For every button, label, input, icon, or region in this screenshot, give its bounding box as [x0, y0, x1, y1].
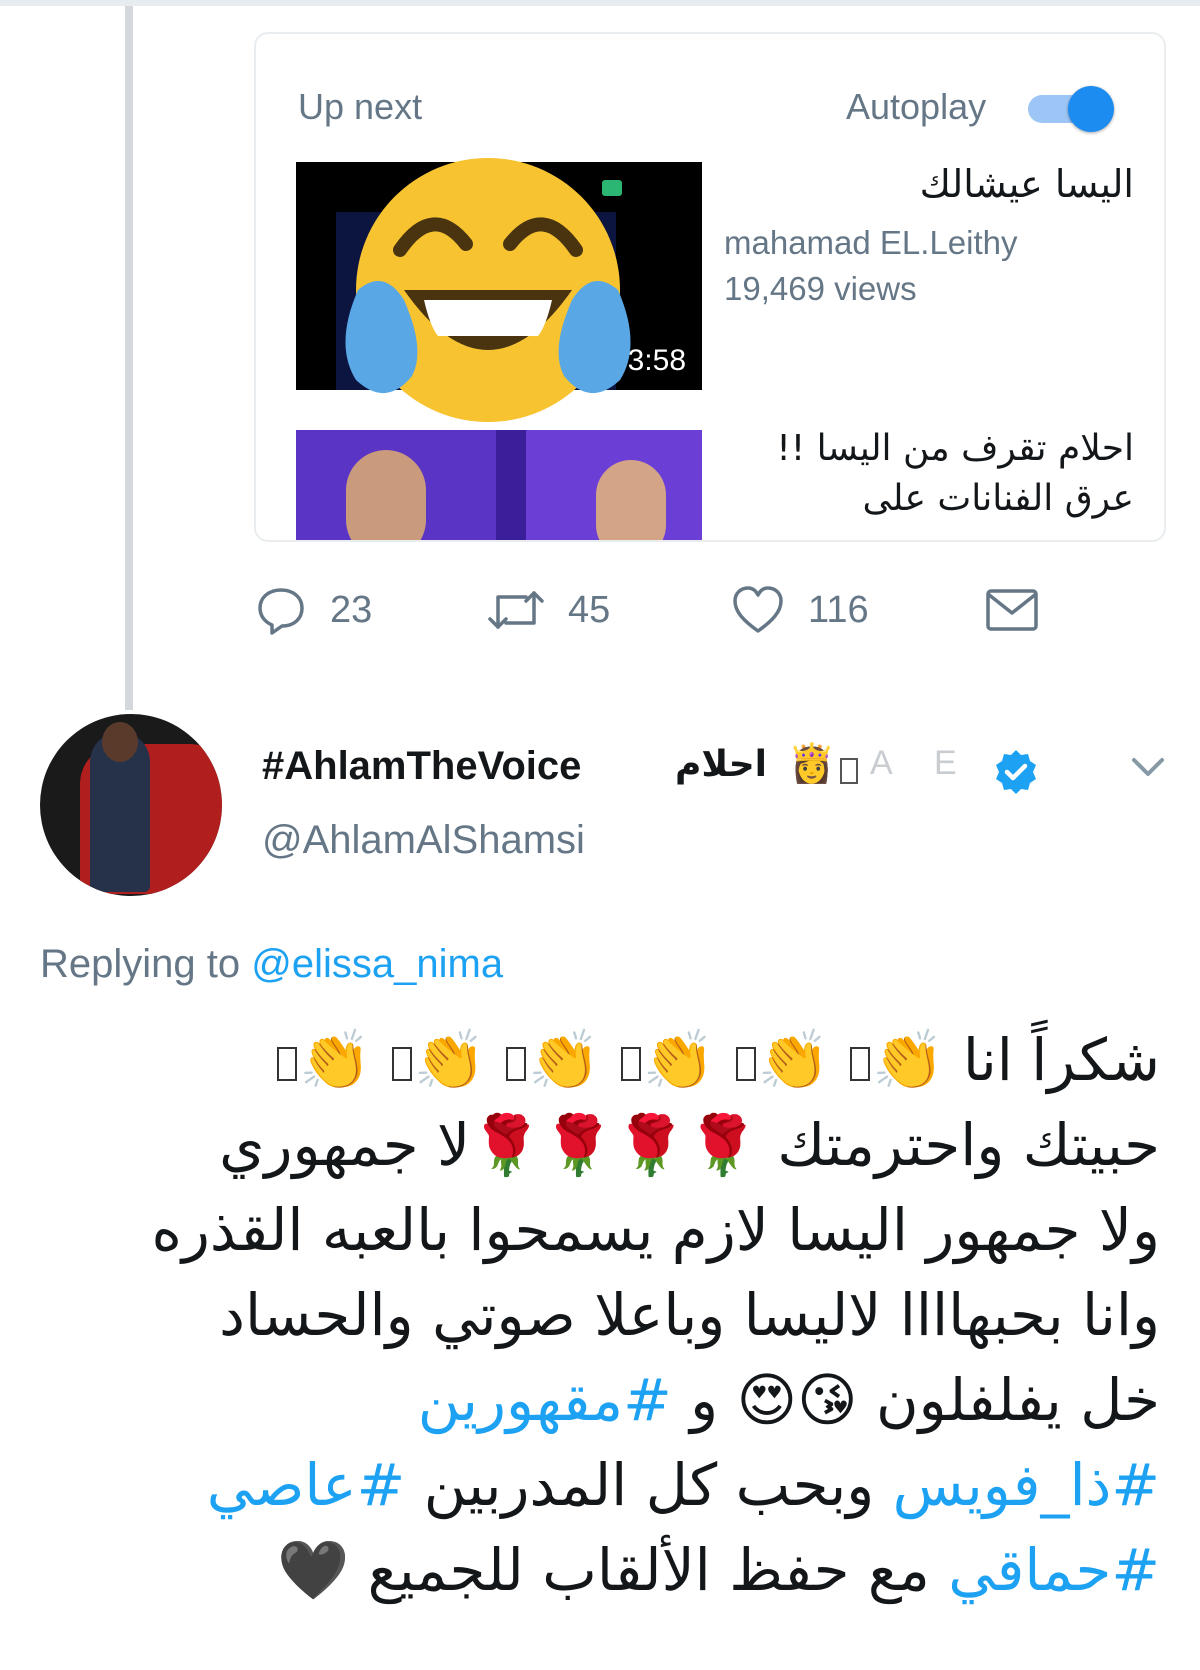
direct-message-action[interactable] [984, 580, 1040, 640]
top-divider [0, 0, 1200, 6]
reply-mention-link[interactable]: @elissa_nima [251, 942, 503, 986]
tweet-text-span: حبيتك واحترمتك [777, 1111, 1160, 1179]
rose-icon: 🌹 [686, 1111, 759, 1179]
replying-prefix: Replying to [40, 942, 241, 986]
hashtag-link[interactable]: #مقهورين [418, 1366, 672, 1434]
kissing-and-heart-eyes-icon: 😘😍 [736, 1366, 858, 1434]
clapping-hands-icon: 👏 [757, 1026, 830, 1094]
tweet-line-4: وانا بحبهاااا لاليسا وباعلا صوتي والحساد [219, 1281, 1160, 1349]
video-title-2[interactable]: احلام تقرف من اليسا !! عرق الفنانات على [724, 424, 1134, 524]
tweet-line-2: حبيتك واحترمتك 🌹🌹🌹🌹لا جمهوري [219, 1111, 1160, 1179]
tweet-text-span: مع حفظ الألقاب للجميع [367, 1536, 930, 1604]
tweet-line-1: شكراً انا 👏 👏 👏 👏 👏 👏 [275, 1026, 1160, 1094]
thumbnail-person-right [596, 460, 666, 540]
verified-icon [996, 750, 1036, 794]
reply-count: 23 [330, 588, 373, 631]
hashtag-link[interactable]: #حماقي [948, 1536, 1160, 1604]
replying-to: Replying to @elissa_nima [40, 942, 503, 987]
up-next-label: Up next [298, 86, 423, 127]
tweet-text-span: خل يفلفلون [876, 1366, 1160, 1434]
retweet-action[interactable]: 45 [486, 580, 610, 640]
missing-glyph-box [276, 1046, 297, 1081]
flag-letter-a-icon: A [870, 744, 893, 782]
tweet-line-3: ولا جمهور اليسا لازم يسمحوا بالعبه القذر… [151, 1196, 1160, 1264]
avatar[interactable] [40, 714, 222, 896]
display-name-arabic[interactable]: احلام [675, 744, 767, 785]
tweet-text-span: شكراً انا [962, 1026, 1160, 1094]
retweet-icon [488, 591, 544, 629]
missing-glyph-box [391, 1046, 412, 1081]
reply-action[interactable]: 23 [254, 580, 372, 640]
rose-icon: 🌹 [614, 1111, 687, 1179]
princess-icon: 👸 [788, 743, 836, 785]
missing-glyph-box [840, 758, 858, 784]
like-action[interactable]: 116 [730, 580, 869, 640]
user-handle[interactable]: @AhlamAlShamsi [262, 818, 585, 863]
dm-icon [986, 589, 1038, 631]
rose-icon: 🌹 [542, 1111, 615, 1179]
tweet-line-6: #ذا_فويس وبحب كل المدربين #عاصي [207, 1451, 1160, 1519]
clapping-hands-icon: 👏 [413, 1026, 486, 1094]
like-count: 116 [808, 588, 869, 631]
tweet-line-7: #حماقي مع حفظ الألقاب للجميع 🖤 [277, 1536, 1160, 1604]
face-with-tears-of-joy-icon [345, 158, 631, 422]
tweet-text-span: لا جمهوري [219, 1111, 471, 1179]
avatar-head [102, 722, 138, 762]
tweet-line-5: خل يفلفلون 😘😍 و #مقهورين [418, 1366, 1160, 1434]
video-thumbnail-2[interactable] [296, 430, 702, 540]
hashtag-link[interactable]: #ذا_فويس [893, 1451, 1160, 1519]
display-name[interactable]: #AhlamTheVoice [262, 744, 581, 789]
flag-letter-e-icon: E [934, 744, 957, 782]
black-heart-icon: 🖤 [276, 1536, 350, 1604]
clapping-hands-icon: 👏 [298, 1026, 372, 1094]
video-title-1[interactable]: اليسا عيشالك [724, 162, 1134, 206]
missing-glyph-box [735, 1046, 756, 1081]
missing-glyph-box [506, 1046, 527, 1081]
chevron-down-icon[interactable] [1128, 752, 1168, 782]
video-channel-1: mahamad EL.Leithy [724, 224, 1018, 261]
missing-glyph-box [850, 1046, 871, 1081]
tweet-text-span: و [690, 1366, 719, 1434]
reply-icon [258, 588, 304, 635]
rose-icon: 🌹 [470, 1111, 543, 1179]
tweet-text: شكراً انا 👏 👏 👏 👏 👏 👏 حبيتك واحترمتك 🌹🌹🌹… [40, 1018, 1160, 1613]
thumbnail-person-left [346, 450, 426, 540]
missing-glyph-box [620, 1046, 641, 1081]
hashtag-link[interactable]: #عاصي [207, 1451, 405, 1519]
clapping-hands-icon: 👏 [528, 1026, 601, 1094]
video-views-1: 19,469 views [724, 270, 917, 307]
clapping-hands-icon: 👏 [872, 1026, 945, 1094]
like-icon [733, 586, 783, 633]
retweet-count: 45 [568, 588, 611, 631]
autoplay-label: Autoplay [846, 86, 987, 127]
autoplay-toggle-knob [1068, 86, 1114, 132]
tweet-text-span: وبحب كل المدربين [423, 1451, 875, 1519]
thread-line [125, 6, 133, 710]
autoplay-toggle[interactable] [1024, 84, 1116, 134]
clapping-hands-icon: 👏 [642, 1026, 716, 1094]
